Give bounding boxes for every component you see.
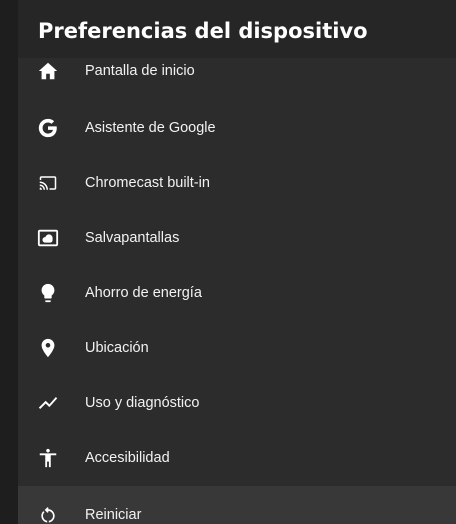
settings-menu: Pantalla de inicio Asistente de Google C… <box>18 45 456 524</box>
menu-item-reiniciar[interactable]: Reiniciar <box>18 486 456 524</box>
menu-item-accesibilidad[interactable]: Accesibilidad <box>18 431 456 486</box>
menu-item-salvapantallas[interactable]: Salvapantallas <box>18 211 456 266</box>
location-pin-icon <box>36 336 60 360</box>
menu-item-label: Asistente de Google <box>85 120 216 136</box>
menu-item-ahorro-de-energia[interactable]: Ahorro de energía <box>18 266 456 321</box>
menu-item-label: Accesibilidad <box>85 450 170 466</box>
google-g-icon <box>36 116 60 140</box>
screensaver-icon <box>36 226 60 250</box>
menu-item-uso-y-diagnostico[interactable]: Uso y diagnóstico <box>18 376 456 431</box>
menu-item-label: Pantalla de inicio <box>85 63 195 79</box>
accessibility-icon <box>36 446 60 470</box>
menu-item-pantalla-de-inicio[interactable]: Pantalla de inicio <box>18 45 456 101</box>
menu-item-label: Reiniciar <box>85 507 142 523</box>
home-icon <box>36 59 60 83</box>
lightbulb-icon <box>36 281 60 305</box>
settings-panel: Preferencias del dispositivo Pantalla de… <box>18 0 456 524</box>
cast-icon <box>36 171 60 195</box>
page-title: Preferencias del dispositivo <box>38 19 368 43</box>
menu-item-label: Chromecast built-in <box>85 175 210 191</box>
menu-item-chromecast-built-in[interactable]: Chromecast built-in <box>18 156 456 211</box>
menu-item-label: Ubicación <box>85 340 149 356</box>
restart-icon <box>36 503 60 524</box>
menu-item-label: Salvapantallas <box>85 230 180 246</box>
trending-line-icon <box>36 391 60 415</box>
menu-item-label: Uso y diagnóstico <box>85 395 200 411</box>
menu-item-ubicacion[interactable]: Ubicación <box>18 321 456 376</box>
menu-item-asistente-de-google[interactable]: Asistente de Google <box>18 101 456 156</box>
menu-item-label: Ahorro de energía <box>85 285 202 301</box>
